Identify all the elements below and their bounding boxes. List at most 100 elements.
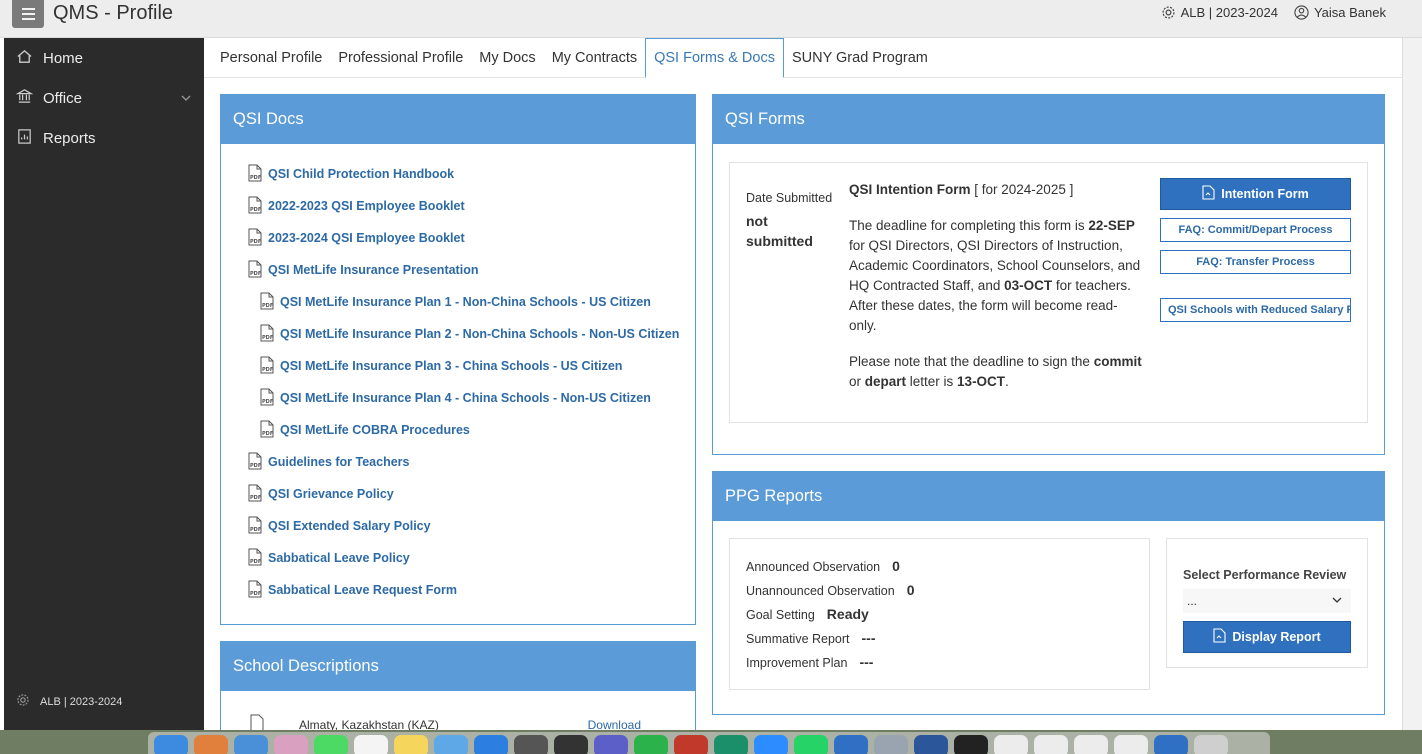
tab-professional-profile[interactable]: Professional Profile bbox=[330, 38, 471, 78]
pdf-icon: PDF bbox=[247, 516, 263, 537]
doc-link[interactable]: PDF 2023-2024 QSI Employee Booklet bbox=[247, 222, 695, 254]
word-icon[interactable] bbox=[914, 735, 948, 754]
doc-link[interactable]: PDF Guidelines for Teachers bbox=[247, 446, 695, 478]
document-thumbnail-icon[interactable] bbox=[1074, 735, 1108, 754]
doc-link-label: QSI MetLife COBRA Procedures bbox=[280, 423, 470, 437]
chevron-down-icon[interactable] bbox=[180, 91, 192, 108]
svg-text:PDF: PDF bbox=[250, 239, 261, 245]
zoom-icon[interactable] bbox=[754, 735, 788, 754]
app-icon[interactable] bbox=[1154, 735, 1188, 754]
facetime-icon[interactable] bbox=[634, 735, 668, 754]
app-icon[interactable] bbox=[714, 735, 748, 754]
calculator-icon[interactable] bbox=[554, 735, 588, 754]
user-menu[interactable]: Yaisa Banek bbox=[1294, 5, 1386, 20]
doc-link[interactable]: PDF QSI MetLife Insurance Plan 4 - China … bbox=[247, 382, 695, 414]
document-thumbnail-icon[interactable] bbox=[994, 735, 1028, 754]
doc-link-label: QSI Grievance Policy bbox=[268, 487, 394, 501]
notes-icon[interactable] bbox=[394, 735, 428, 754]
document-thumbnail-icon[interactable] bbox=[1114, 735, 1148, 754]
teams-icon[interactable] bbox=[594, 735, 628, 754]
doc-link[interactable]: PDF QSI MetLife Insurance Plan 2 - Non-Ch… bbox=[247, 318, 695, 350]
pdf-icon bbox=[249, 714, 265, 730]
tab-suny-grad-program[interactable]: SUNY Grad Program bbox=[784, 38, 936, 78]
doc-link[interactable]: PDF 2022-2023 QSI Employee Booklet bbox=[247, 190, 695, 222]
pdf-icon: PDF bbox=[247, 484, 263, 505]
doc-link-label: Guidelines for Teachers bbox=[268, 455, 410, 469]
app-icon[interactable] bbox=[674, 735, 708, 754]
school-name: Almaty, Kazakhstan (KAZ) bbox=[299, 717, 439, 731]
svg-text:PDF: PDF bbox=[262, 335, 273, 341]
doc-link[interactable]: PDF QSI Grievance Policy bbox=[247, 478, 695, 510]
tab-my-contracts[interactable]: My Contracts bbox=[544, 38, 645, 78]
app-store-icon[interactable] bbox=[474, 735, 508, 754]
pdf-icon: PDF bbox=[247, 196, 263, 217]
qsi-docs-panel: QSI Docs PDF QSI Child Protection Handboo… bbox=[220, 94, 696, 625]
svg-text:PDF: PDF bbox=[250, 559, 261, 565]
school-year-selector[interactable]: ALB | 2023-2024 bbox=[1161, 5, 1278, 20]
doc-link[interactable]: PDF QSI MetLife COBRA Procedures bbox=[247, 414, 695, 446]
doc-link[interactable]: PDF Sabbatical Leave Policy bbox=[247, 542, 695, 574]
svg-text:PDF: PDF bbox=[250, 175, 261, 181]
sidebar-footer[interactable]: ALB | 2023-2024 bbox=[16, 693, 122, 710]
safari-icon[interactable] bbox=[234, 735, 268, 754]
doc-link[interactable]: PDF Sabbatical Leave Request Form bbox=[247, 574, 695, 606]
svg-text:PDF: PDF bbox=[262, 303, 273, 309]
home-icon bbox=[16, 48, 33, 69]
intention-form-label: Intention Form bbox=[1221, 187, 1309, 201]
pdf-icon: PDF bbox=[247, 228, 263, 249]
sidebar-item-office[interactable]: Office bbox=[4, 78, 204, 118]
report-icon bbox=[16, 128, 33, 149]
pdf-icon: PDF bbox=[259, 388, 275, 409]
doc-link[interactable]: PDF QSI MetLife Insurance Plan 1 - Non-Ch… bbox=[247, 286, 695, 318]
ppg-row-unannounced: Unannounced Observation 0 bbox=[746, 582, 915, 598]
preview-icon[interactable] bbox=[874, 735, 908, 754]
tab-qsi-forms-docs[interactable]: QSI Forms & Docs bbox=[645, 38, 784, 78]
form-title: QSI Intention Form bbox=[849, 182, 971, 197]
gear-icon bbox=[1161, 5, 1176, 20]
school-row: Almaty, Kazakhstan (KAZ) Download bbox=[249, 714, 679, 730]
doc-link-label: QSI MetLife Insurance Plan 4 - China Sch… bbox=[280, 391, 651, 405]
doc-link-label: Sabbatical Leave Policy bbox=[268, 551, 410, 565]
calendar-icon[interactable] bbox=[354, 735, 388, 754]
sidebar-item-reports[interactable]: Reports bbox=[4, 118, 204, 158]
whatsapp-icon[interactable] bbox=[794, 735, 828, 754]
trash-icon[interactable] bbox=[1194, 735, 1228, 754]
intention-form-button[interactable]: Intention Form bbox=[1160, 178, 1351, 210]
download-link[interactable]: Download bbox=[588, 718, 641, 731]
finder-icon[interactable] bbox=[154, 735, 188, 754]
window-scroll-edge[interactable] bbox=[1402, 38, 1422, 730]
doc-link[interactable]: PDF QSI Child Protection Handbook bbox=[247, 158, 695, 190]
dock bbox=[148, 732, 1270, 754]
doc-link[interactable]: PDF QSI MetLife Insurance Presentation bbox=[247, 254, 695, 286]
ppg-reports-panel: PPG Reports Announced Observation 0 Unann… bbox=[712, 471, 1385, 715]
pdf-icon: PDF bbox=[247, 164, 263, 185]
doc-link-label: Sabbatical Leave Request Form bbox=[268, 583, 457, 597]
launchpad-icon[interactable] bbox=[194, 735, 228, 754]
photos-icon[interactable] bbox=[274, 735, 308, 754]
performance-review-select[interactable]: ... bbox=[1183, 589, 1351, 613]
qsi-forms-panel: QSI Forms Date Submitted not submitted Q… bbox=[712, 94, 1385, 455]
doc-link[interactable]: PDF QSI Extended Salary Policy bbox=[247, 510, 695, 542]
panel-title: PPG Reports bbox=[713, 472, 1384, 521]
pages-icon[interactable] bbox=[434, 735, 468, 754]
display-report-button[interactable]: Display Report bbox=[1183, 621, 1351, 653]
doc-link-label: QSI Child Protection Handbook bbox=[268, 167, 455, 181]
tab-my-docs[interactable]: My Docs bbox=[471, 38, 543, 78]
settings-icon[interactable] bbox=[514, 735, 548, 754]
svg-text:PDF: PDF bbox=[250, 207, 261, 213]
document-thumbnail-icon[interactable] bbox=[1034, 735, 1068, 754]
pdf-icon: PDF bbox=[247, 260, 263, 281]
activity-monitor-icon[interactable] bbox=[954, 735, 988, 754]
pdf-icon: PDF bbox=[259, 292, 275, 313]
app-icon[interactable] bbox=[834, 735, 868, 754]
svg-text:PDF: PDF bbox=[262, 399, 273, 405]
faq-commit-depart-button[interactable]: FAQ: Commit/Depart Process bbox=[1160, 218, 1351, 242]
messages-icon[interactable] bbox=[314, 735, 348, 754]
sidebar-item-home[interactable]: Home bbox=[4, 38, 204, 78]
doc-link[interactable]: PDF QSI MetLife Insurance Plan 3 - China … bbox=[247, 350, 695, 382]
tab-personal-profile[interactable]: Personal Profile bbox=[212, 38, 330, 78]
faq-transfer-button[interactable]: FAQ: Transfer Process bbox=[1160, 250, 1351, 274]
intention-form-card: Date Submitted not submitted QSI Intenti… bbox=[729, 162, 1368, 423]
reduced-salary-schools-button[interactable]: QSI Schools with Reduced Salary F bbox=[1160, 298, 1351, 322]
hamburger-menu-icon[interactable] bbox=[12, 0, 44, 28]
